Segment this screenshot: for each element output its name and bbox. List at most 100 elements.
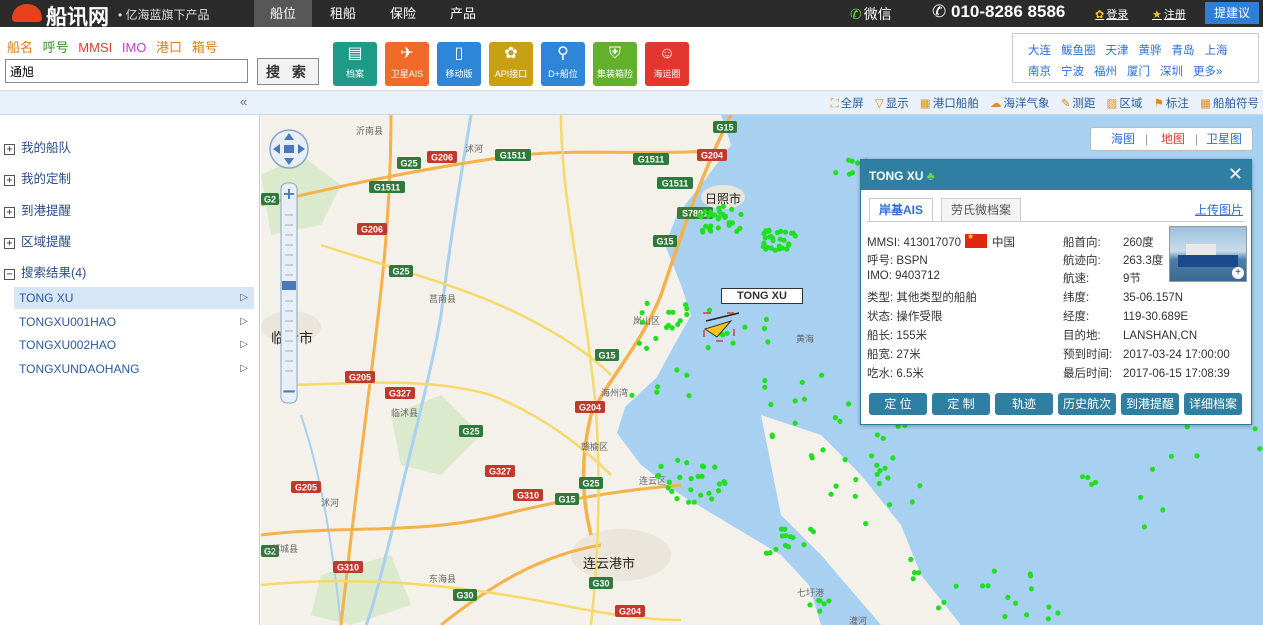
tool-api[interactable]: ✿ API接口 bbox=[489, 42, 533, 86]
ship-marker[interactable] bbox=[842, 457, 848, 463]
ship-marker[interactable] bbox=[820, 447, 826, 453]
ship-marker[interactable] bbox=[1257, 446, 1263, 452]
pan-center-icon[interactable] bbox=[284, 145, 294, 153]
ship-marker[interactable] bbox=[833, 483, 839, 489]
ship-marker[interactable] bbox=[776, 243, 782, 249]
ship-marker[interactable] bbox=[724, 330, 730, 336]
tree-search-results[interactable]: − 搜索结果(4) bbox=[4, 262, 86, 281]
ship-marker[interactable] bbox=[846, 171, 852, 177]
ship-marker[interactable] bbox=[784, 246, 790, 252]
ship-marker[interactable] bbox=[772, 247, 778, 253]
ship-marker[interactable] bbox=[767, 234, 773, 240]
measure-tool[interactable]: ✎ 测距 bbox=[1061, 98, 1096, 110]
marker-tool[interactable]: ⚑ 标注 bbox=[1154, 98, 1189, 110]
ship-marker[interactable] bbox=[767, 550, 773, 556]
ship-marker[interactable] bbox=[655, 384, 661, 390]
ship-marker[interactable] bbox=[698, 492, 704, 498]
ship-marker[interactable] bbox=[908, 556, 914, 562]
ship-marker[interactable] bbox=[1005, 594, 1011, 600]
area-tool[interactable]: ▨ 区域 bbox=[1107, 98, 1143, 110]
ship-marker[interactable] bbox=[761, 240, 767, 246]
ship-marker[interactable] bbox=[721, 479, 727, 485]
ship-marker[interactable] bbox=[640, 319, 646, 325]
ship-marker[interactable] bbox=[684, 460, 690, 466]
ship-marker[interactable] bbox=[688, 476, 694, 482]
ship-marker[interactable] bbox=[1045, 616, 1051, 622]
ship-marker[interactable] bbox=[715, 488, 722, 494]
map-type-chart[interactable]: 海图 bbox=[1111, 128, 1135, 150]
ship-marker[interactable] bbox=[853, 477, 859, 483]
ship-marker[interactable] bbox=[738, 211, 744, 217]
logo[interactable]: 船讯网 • 亿海蓝旗下产品 bbox=[0, 0, 255, 29]
ship-marker[interactable] bbox=[828, 491, 834, 497]
ship-marker[interactable] bbox=[722, 214, 728, 220]
search-result-item[interactable]: TONGXU001HAO ▷ bbox=[14, 311, 254, 333]
ship-marker[interactable] bbox=[768, 401, 774, 408]
ship-marker[interactable] bbox=[706, 307, 713, 313]
search-result-item[interactable]: TONGXU002HAO ▷ bbox=[14, 334, 254, 356]
ship-marker[interactable] bbox=[792, 420, 798, 426]
ship-marker[interactable] bbox=[700, 229, 706, 235]
locate-button[interactable]: 定 位 bbox=[869, 393, 927, 415]
city-link[interactable]: 厦门 bbox=[1127, 66, 1150, 78]
customize-button[interactable]: 定 制 bbox=[932, 393, 990, 415]
city-link[interactable]: 深圳 bbox=[1160, 66, 1183, 78]
ship-marker[interactable] bbox=[885, 475, 891, 481]
ship-marker[interactable] bbox=[737, 225, 743, 232]
ship-marker[interactable] bbox=[880, 435, 886, 441]
expand-icon[interactable]: + bbox=[4, 175, 15, 186]
search-type-container[interactable]: 箱号 bbox=[192, 40, 218, 55]
ship-marker[interactable] bbox=[716, 481, 722, 487]
ship-marker[interactable] bbox=[686, 393, 692, 399]
ship-marker[interactable] bbox=[1089, 481, 1095, 487]
ship-marker[interactable] bbox=[801, 542, 807, 548]
ship-marker[interactable] bbox=[710, 212, 716, 218]
nav-charter[interactable]: 租船 bbox=[314, 0, 372, 27]
track-button[interactable]: 轨迹 bbox=[995, 393, 1053, 415]
more-cities-link[interactable]: 更多» bbox=[1193, 66, 1222, 78]
ship-marker[interactable] bbox=[1013, 600, 1019, 606]
arrival-alert-button[interactable]: 到港提醒 bbox=[1121, 393, 1179, 415]
ship-marker[interactable] bbox=[953, 583, 959, 589]
city-link[interactable]: 宁波 bbox=[1061, 66, 1084, 78]
collapse-icon[interactable]: − bbox=[4, 269, 15, 280]
expand-icon[interactable]: + bbox=[4, 144, 15, 155]
ship-marker[interactable] bbox=[765, 339, 771, 345]
ship-marker[interactable] bbox=[785, 544, 792, 550]
fullscreen-tool[interactable]: ⛶ 全屏 bbox=[831, 98, 864, 110]
city-link[interactable]: 大连 bbox=[1028, 45, 1051, 57]
ship-marker[interactable] bbox=[742, 324, 748, 330]
ship-marker[interactable] bbox=[763, 229, 769, 235]
ship-marker[interactable] bbox=[777, 236, 783, 242]
ship-marker[interactable] bbox=[644, 345, 650, 351]
ship-marker[interactable] bbox=[726, 222, 732, 228]
collapse-sidebar-button[interactable]: « bbox=[240, 94, 247, 109]
ship-marker[interactable] bbox=[890, 455, 896, 461]
search-input[interactable] bbox=[5, 59, 248, 83]
ship-marker[interactable] bbox=[1024, 612, 1030, 618]
ship-marker[interactable] bbox=[935, 605, 942, 611]
tree-my-fleet[interactable]: + 我的船队 bbox=[4, 137, 71, 156]
ship-marker[interactable] bbox=[788, 230, 795, 236]
locate-icon[interactable]: ▷ bbox=[240, 311, 248, 333]
search-type-port[interactable]: 港口 bbox=[156, 40, 182, 55]
ship-marker[interactable] bbox=[701, 464, 707, 470]
city-link[interactable]: 福州 bbox=[1094, 66, 1117, 78]
ship-marker[interactable] bbox=[763, 316, 769, 322]
tab-shore-ais[interactable]: 岸基AIS bbox=[869, 198, 934, 222]
tool-archive[interactable]: ▤ 档案 bbox=[333, 42, 377, 86]
ship-marker[interactable] bbox=[762, 235, 768, 241]
ship-marker[interactable] bbox=[849, 158, 855, 164]
ship-marker[interactable] bbox=[909, 499, 916, 505]
ship-marker[interactable] bbox=[708, 223, 714, 229]
ship-marker[interactable] bbox=[715, 225, 721, 231]
ship-marker[interactable] bbox=[666, 309, 672, 315]
city-link[interactable]: 黄骅 bbox=[1139, 45, 1162, 57]
ship-name-label[interactable]: TONG XU bbox=[721, 288, 803, 304]
ship-marker[interactable] bbox=[653, 335, 659, 342]
ship-marker[interactable] bbox=[1141, 524, 1147, 530]
search-type-imo[interactable]: IMO bbox=[122, 40, 147, 55]
ship-marker[interactable] bbox=[816, 597, 822, 603]
ship-marker[interactable] bbox=[917, 483, 923, 489]
ship-marker[interactable] bbox=[833, 170, 839, 176]
